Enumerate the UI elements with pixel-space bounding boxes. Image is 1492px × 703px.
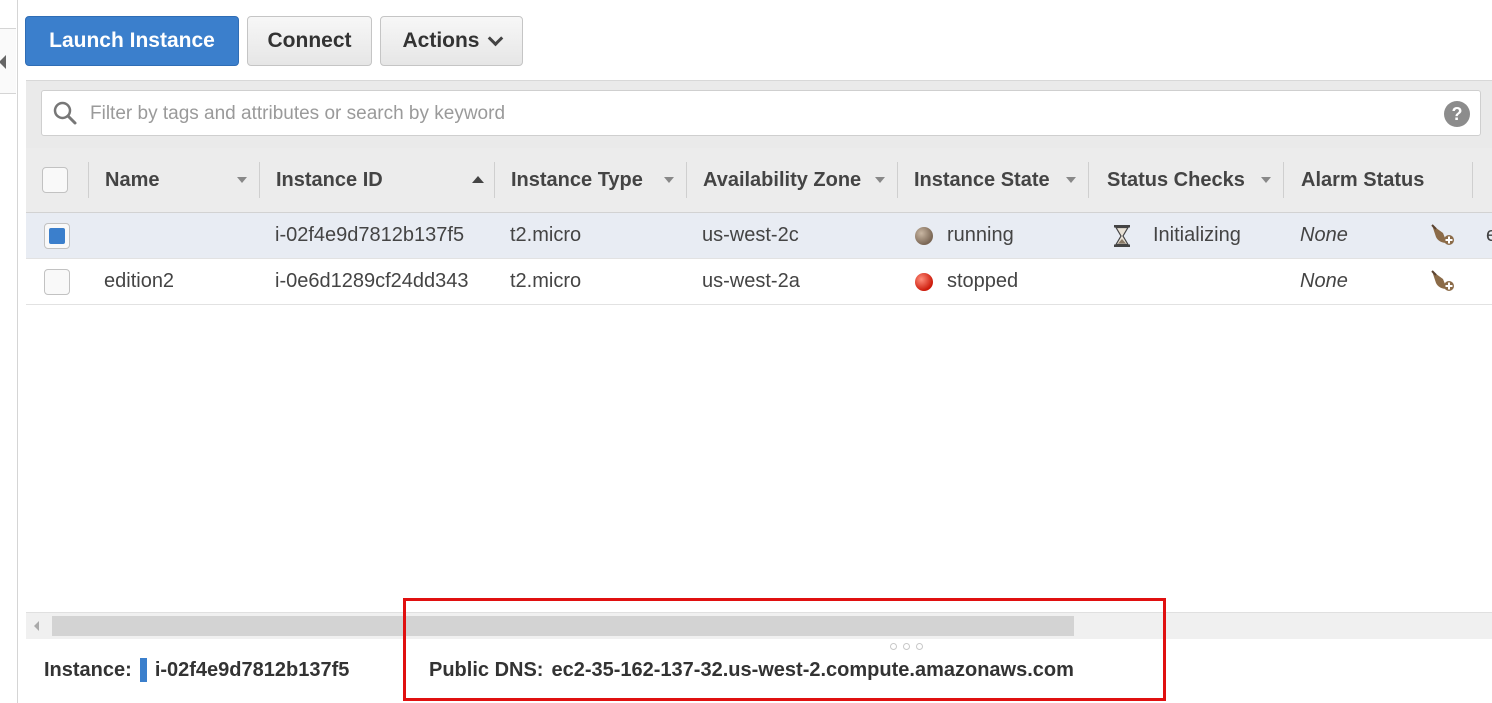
add-alarm-icon[interactable] bbox=[1430, 223, 1456, 247]
table-row[interactable]: edition2 i-0e6d1289cf24dd343 t2.micro us… bbox=[26, 259, 1492, 305]
sort-arrow-icon[interactable] bbox=[237, 177, 247, 183]
column-header-instance-id[interactable]: Instance ID bbox=[276, 148, 383, 212]
filter-bar: ? bbox=[26, 80, 1492, 148]
table-row[interactable]: i-02f4e9d7812b137f5 t2.micro us-west-2c … bbox=[26, 213, 1492, 259]
add-alarm-icon[interactable] bbox=[1430, 269, 1456, 293]
status-checks-label: Initializing bbox=[1153, 224, 1241, 246]
sort-arrow-icon[interactable] bbox=[664, 177, 674, 183]
row-checkbox[interactable] bbox=[44, 269, 70, 295]
column-divider bbox=[897, 162, 898, 198]
cell-instance-state: running bbox=[915, 213, 1014, 258]
chevron-down-icon bbox=[487, 30, 503, 46]
cell-name: edition2 bbox=[104, 270, 175, 292]
cell-status-checks: Initializing bbox=[1113, 213, 1241, 258]
column-divider bbox=[1088, 162, 1089, 198]
cell-availability-zone: us-west-2c bbox=[702, 224, 799, 246]
column-header-alarm-status[interactable]: Alarm Status bbox=[1301, 148, 1424, 212]
instance-state-label: stopped bbox=[947, 270, 1019, 292]
column-divider bbox=[1283, 162, 1284, 198]
sort-arrow-icon[interactable] bbox=[875, 177, 885, 183]
column-header-status-checks[interactable]: Status Checks bbox=[1107, 148, 1245, 212]
column-divider bbox=[88, 162, 89, 198]
filter-search-input[interactable] bbox=[88, 97, 1432, 131]
hourglass-icon bbox=[1114, 224, 1130, 247]
column-header-availability-zone[interactable]: Availability Zone bbox=[703, 148, 861, 212]
column-divider bbox=[259, 162, 260, 198]
connect-button[interactable]: Connect bbox=[247, 16, 372, 66]
table-header: Name Instance ID Instance Type Availabil… bbox=[26, 148, 1492, 213]
cell-instance-type: t2.micro bbox=[510, 270, 582, 292]
cell-alarm-status: None bbox=[1300, 224, 1348, 246]
cell-instance-type: t2.micro bbox=[510, 224, 582, 246]
cell-availability-zone: us-west-2a bbox=[702, 270, 800, 292]
selected-instance-id: i-02f4e9d7812b137f5 bbox=[154, 658, 350, 681]
selected-instance-summary: Instance: i-02f4e9d7812b137f5 bbox=[44, 655, 349, 685]
row-checkbox[interactable] bbox=[44, 223, 70, 249]
column-header-name[interactable]: Name bbox=[105, 148, 159, 212]
column-divider bbox=[494, 162, 495, 198]
cell-instance-id: i-0e6d1289cf24dd343 bbox=[275, 270, 469, 292]
column-divider bbox=[686, 162, 687, 198]
select-all-checkbox[interactable] bbox=[42, 167, 68, 193]
cell-alarm-status: None bbox=[1300, 270, 1348, 292]
collapse-arrow-icon[interactable] bbox=[0, 55, 6, 69]
column-header-instance-type[interactable]: Instance Type bbox=[511, 148, 643, 212]
actions-label: Actions bbox=[402, 29, 480, 52]
highlight-annotation-box bbox=[403, 598, 1166, 701]
scroll-left-arrow-icon[interactable] bbox=[34, 621, 39, 631]
column-divider bbox=[1472, 162, 1473, 198]
cell-instance-id: i-02f4e9d7812b137f5 bbox=[275, 224, 465, 246]
instance-label: Instance: bbox=[44, 658, 132, 681]
instances-table: Name Instance ID Instance Type Availabil… bbox=[26, 148, 1492, 305]
search-icon bbox=[53, 101, 77, 125]
nav-collapse-strip bbox=[0, 0, 18, 703]
instance-color-marker bbox=[139, 658, 147, 682]
sort-arrow-icon[interactable] bbox=[1066, 177, 1076, 183]
stopped-state-icon bbox=[915, 272, 933, 291]
cell-overflow: e bbox=[1486, 224, 1492, 246]
help-icon[interactable]: ? bbox=[1444, 101, 1470, 127]
filter-box: ? bbox=[41, 90, 1481, 136]
actions-dropdown-button[interactable]: Actions bbox=[380, 16, 523, 66]
sort-arrow-icon[interactable] bbox=[1261, 177, 1271, 183]
launch-instance-button[interactable]: Launch Instance bbox=[25, 16, 239, 66]
sort-ascending-icon[interactable] bbox=[472, 176, 484, 183]
instance-state-label: running bbox=[947, 224, 1014, 246]
cell-instance-state: stopped bbox=[915, 259, 1018, 304]
running-state-icon bbox=[915, 226, 933, 245]
column-header-instance-state[interactable]: Instance State bbox=[914, 148, 1050, 212]
